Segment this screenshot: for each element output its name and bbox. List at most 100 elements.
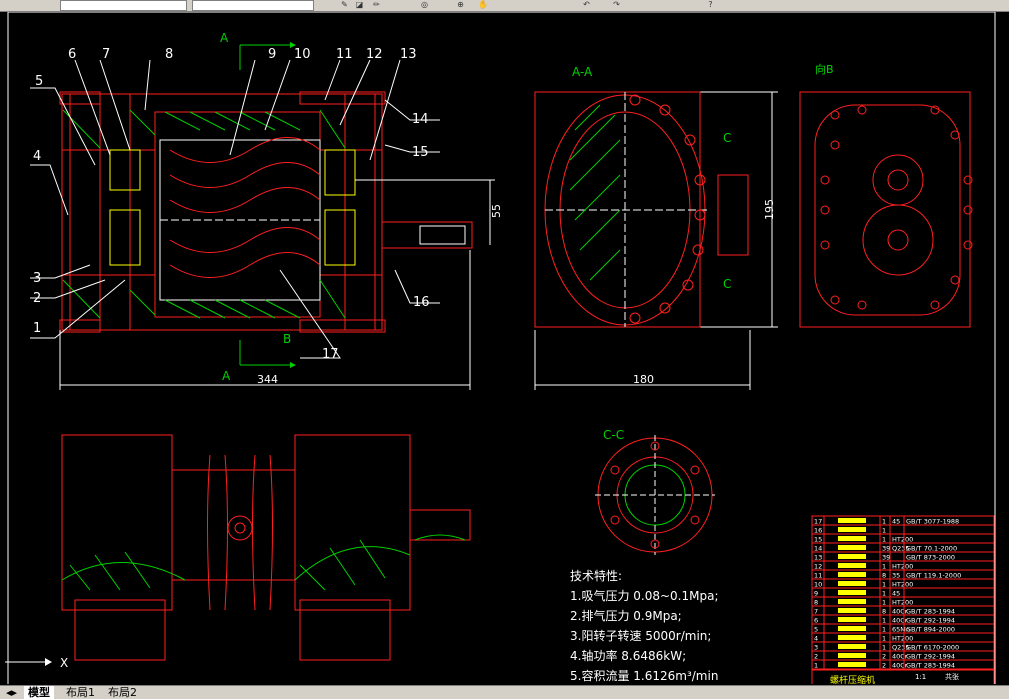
bom-material: 45 — [892, 590, 900, 598]
tech-line-3: 3.阳转子转速 5000r/min; — [570, 628, 711, 643]
bom-material: HT200 — [892, 563, 913, 571]
leader-2: 2 — [33, 291, 41, 306]
leader-15: 15 — [412, 145, 429, 160]
layer-icon[interactable]: ◪ — [355, 1, 364, 9]
front-view — [61, 434, 471, 661]
bom-item-number: 17 — [814, 518, 822, 526]
bom-item-number: 10 — [814, 581, 822, 589]
leader-6: 6 — [68, 47, 76, 62]
tech-notes: 技术特性: 1.吸气压力 0.08~0.1Mpa; 2.排气压力 0.9Mpa;… — [570, 568, 719, 683]
bom-standard: GB/T 3077-1988 — [906, 518, 959, 526]
help-icon[interactable]: ? — [706, 1, 715, 9]
bom-item-number: 2 — [814, 653, 818, 661]
axis-x-label: X — [60, 656, 68, 670]
leader-8: 8 — [165, 47, 173, 62]
aa-title: A-A — [572, 65, 593, 79]
b-view-title: 向B — [815, 62, 834, 76]
bom-quantity: 1 — [882, 518, 886, 526]
bom-quantity: 1 — [882, 590, 886, 598]
bom-quantity: 1 — [882, 635, 886, 643]
tech-title: 技术特性: — [570, 568, 622, 583]
dim-195: 195 — [763, 199, 776, 220]
linetype-dropdown[interactable] — [192, 0, 314, 11]
bom-standard: GB/T 283-1994 — [906, 608, 955, 616]
bom-quantity: 2 — [882, 662, 886, 670]
layer-dropdown[interactable] — [60, 0, 187, 11]
title-block: 螺杆压缩机 1:1 共张 — [811, 669, 995, 684]
tech-line-5: 5.容积流量 1.6126m³/min — [570, 668, 718, 683]
top-toolbar: ✎ ◪ ✏ ◎ ⊕ ✋ ↶ ↷ ? — [0, 0, 1009, 12]
bom-item-number: 7 — [814, 608, 818, 616]
bom-part-name — [838, 581, 866, 586]
bom-part-name — [838, 617, 866, 622]
bom-standard: GB/T 119.1-2000 — [906, 572, 961, 580]
snap-icon[interactable]: ◎ — [420, 1, 429, 9]
bom-item-number: 3 — [814, 644, 818, 652]
bom-material: HT200 — [892, 536, 913, 544]
bom-standard: GB/T 873-2000 — [906, 554, 955, 562]
cc-title: C-C — [603, 428, 624, 442]
bom-quantity: 8 — [882, 572, 886, 580]
title-block-name: 螺杆压缩机 — [830, 674, 875, 684]
bom-quantity: 1 — [882, 626, 886, 634]
bom-quantity: 1 — [882, 644, 886, 652]
bom-quantity: 2 — [882, 653, 886, 661]
bom-item-number: 4 — [814, 635, 818, 643]
bom-part-name — [838, 554, 866, 559]
leader-12: 12 — [366, 47, 383, 62]
dim-180: 180 — [633, 373, 654, 386]
cc-view — [595, 435, 715, 555]
zoom-icon[interactable]: ⊕ — [456, 1, 465, 9]
tech-line-2: 2.排气压力 0.9Mpa; — [570, 608, 682, 623]
title-block-scale: 1:1 — [915, 673, 926, 681]
bom-quantity: 8 — [882, 608, 886, 616]
bom-part-name — [838, 626, 866, 631]
bom-quantity: 1 — [882, 617, 886, 625]
leader-4: 4 — [33, 149, 41, 164]
bom-quantity: 1 — [882, 527, 886, 535]
leader-5: 5 — [35, 74, 43, 89]
bom-quantity: 1 — [882, 536, 886, 544]
bom-part-name — [838, 545, 866, 550]
tab-model[interactable]: 模型 — [24, 686, 54, 699]
leader-3: 3 — [33, 271, 41, 286]
tab-layout2[interactable]: 布局2 — [104, 686, 141, 699]
bom-part-name — [838, 662, 866, 667]
bom-item-number: 11 — [814, 572, 822, 580]
draw-icon[interactable]: ✏ — [372, 1, 381, 9]
section-label-a-top: A — [220, 31, 229, 45]
bom-item-number: 15 — [814, 536, 822, 544]
aa-bolts — [629, 94, 706, 324]
open-icon[interactable]: ✎ — [340, 1, 349, 9]
bom-part-name — [838, 599, 866, 604]
leader-17: 17 — [322, 347, 339, 362]
bom-item-number: 12 — [814, 563, 822, 571]
bom-quantity: 1 — [882, 563, 886, 571]
dim-344: 344 — [257, 373, 278, 386]
redo-icon[interactable]: ↷ — [612, 1, 621, 9]
bom-part-name — [838, 536, 866, 541]
undo-icon[interactable]: ↶ — [582, 1, 591, 9]
b-view — [799, 91, 973, 328]
bom-standard: GB/T 292-1994 — [906, 653, 955, 661]
c-label-bottom: C — [723, 277, 731, 291]
bom-material: 45 — [892, 518, 900, 526]
bom-item-number: 14 — [814, 545, 822, 553]
section-label-b: B — [283, 332, 291, 346]
tab-layout1[interactable]: 布局1 — [62, 686, 99, 699]
leader-16: 16 — [413, 295, 430, 310]
leader-1: 1 — [33, 321, 41, 336]
section-label-a-bottom: A — [222, 369, 231, 383]
bom-item-number: 1 — [814, 662, 818, 670]
pan-icon[interactable]: ✋ — [478, 1, 488, 9]
tab-nav-arrows[interactable]: ◂▸ — [2, 686, 21, 699]
leader-11: 11 — [336, 47, 353, 62]
bom-standard: GB/T 292-1994 — [906, 617, 955, 625]
bom-part-name — [838, 635, 866, 640]
bom-item-number: 8 — [814, 599, 818, 607]
bom-part-name — [838, 563, 866, 568]
bom-material: 35 — [892, 572, 900, 580]
drawing-canvas[interactable]: A A B 5 6 7 8 9 10 11 12 13 14 15 16 17 … — [0, 12, 1009, 684]
title-block-sheet: 共张 — [945, 672, 959, 681]
bom-part-name — [838, 608, 866, 613]
